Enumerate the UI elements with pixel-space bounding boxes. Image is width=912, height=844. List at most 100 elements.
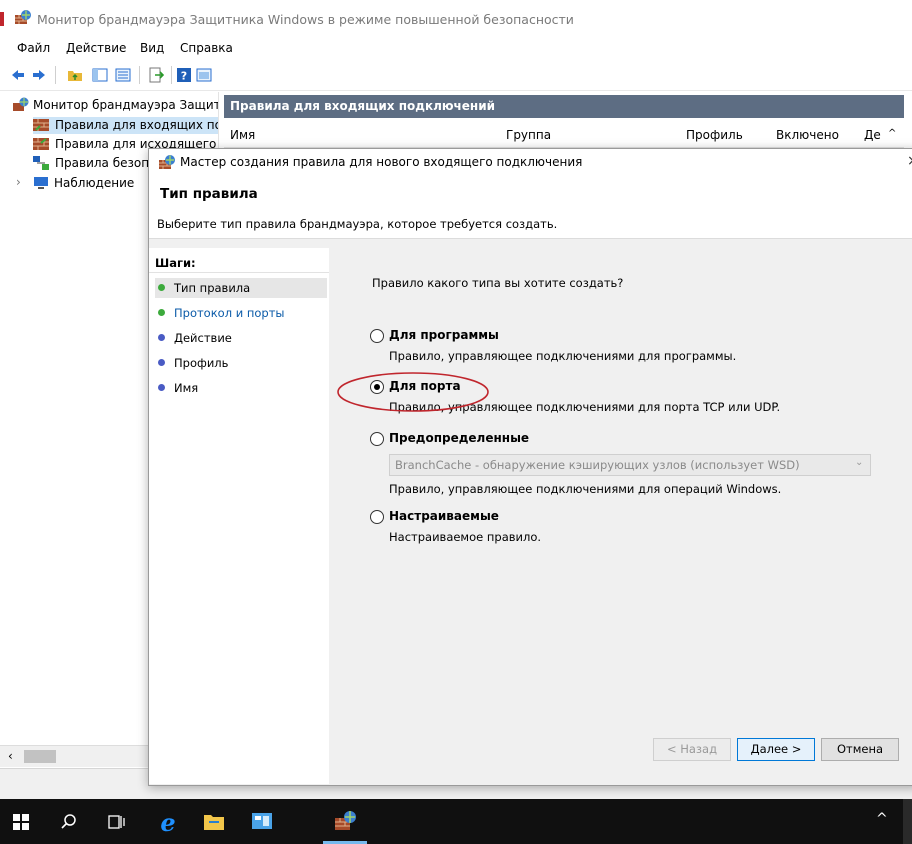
tree-item-inbound-rules[interactable]: Правила для входящих по, [33,117,218,134]
task-view-icon[interactable] [108,813,126,831]
export-list-icon[interactable] [148,67,164,83]
column-enabled[interactable]: Включено [776,128,839,142]
option-custom-label[interactable]: Настраиваемые [389,509,499,523]
properties-view-icon[interactable] [196,67,212,83]
step-name: Имя [155,378,327,398]
menu-view[interactable]: Вид [140,41,164,55]
tree-item-label: Правила безопа [55,156,157,170]
option-predefined-label[interactable]: Предопределенные [389,431,529,445]
toolbar-separator [171,66,172,84]
taskbar: e ^ [0,799,912,844]
step-action: Действие [155,328,327,348]
list-view-icon[interactable] [115,67,131,83]
monitoring-icon [34,177,48,189]
tree-root[interactable]: Монитор брандмауэра Защит [13,97,218,114]
pane-header-title: Правила для входящих подключений [230,99,496,113]
windows-start-icon[interactable] [13,814,29,830]
tree-item-label: Правила для входящих по, [55,118,218,132]
option-custom-desc: Настраиваемое правило. [389,530,542,544]
main-title-bar: Монитор брандмауэра Защитника Windows в … [0,0,912,38]
step-dot-icon [158,309,165,316]
menu-file[interactable]: Файл [17,41,50,55]
option-program-label[interactable]: Для программы [389,328,499,342]
radio-custom[interactable] [370,510,384,524]
cancel-button[interactable]: Отмена [821,738,899,761]
pane-header: Правила для входящих подключений [224,95,904,118]
option-predefined-desc: Правило, управляющее подключениями для о… [389,482,782,496]
step-label: Профиль [174,356,229,370]
security-rules-icon [33,156,49,170]
step-label: Тип правила [174,281,251,295]
radio-predefined[interactable] [370,432,384,446]
menu-help[interactable]: Справка [180,41,233,55]
up-folder-icon[interactable] [67,67,83,83]
step-label: Действие [174,331,232,345]
predefined-rule-select[interactable]: BranchCache - обнаружение кэширующих узл… [389,454,871,476]
help-icon[interactable]: ? [176,67,192,83]
scroll-thumb[interactable] [24,750,56,763]
rule-type-question: Правило какого типа вы хотите создать? [372,276,624,290]
scroll-up-icon[interactable]: ^ [888,128,896,139]
toolbar: ? [0,60,912,91]
dialog-close-icon[interactable]: × [907,153,912,169]
internet-explorer-icon[interactable]: e [156,810,180,834]
radio-program[interactable] [370,329,384,343]
file-explorer-icon[interactable] [203,811,225,831]
toolbar-separator [139,66,140,84]
show-hide-tree-icon[interactable] [92,67,108,83]
expand-chevron-icon[interactable]: › [16,175,21,189]
step-dot-icon [158,284,165,291]
svg-text:e: e [160,810,175,834]
tray-chevron-up-icon[interactable]: ^ [876,811,888,827]
svg-text:?: ? [181,70,187,83]
step-label: Протокол и порты [174,306,285,320]
column-profile[interactable]: Профиль [686,128,743,142]
steps-divider [149,272,329,273]
option-program-desc: Правило, управляющее подключениями для п… [389,349,737,363]
show-desktop-strip[interactable] [903,799,912,844]
dialog-heading: Тип правила [160,186,258,202]
outbound-rules-icon [33,138,49,150]
dialog-header: Тип правила Выберите тип правила брандма… [149,176,912,239]
dialog-title-bar: Мастер создания правила для нового входя… [149,149,912,176]
step-dot-icon [158,334,165,341]
menu-action[interactable]: Действие [66,41,126,55]
predefined-select-value: BranchCache - обнаружение кэширующих узл… [395,458,800,472]
step-profile: Профиль [155,353,327,373]
column-name[interactable]: Имя [230,128,255,142]
window-edge-mark [0,12,4,26]
steps-label: Шаги: [155,256,196,270]
step-dot-icon [158,359,165,366]
step-dot-icon [158,384,165,391]
step-protocol-ports[interactable]: Протокол и порты [155,303,327,323]
scroll-left-icon[interactable]: ‹ [8,749,13,763]
tree-root-label: Монитор брандмауэра Защит [33,98,218,112]
back-button[interactable]: < Назад [653,738,731,761]
server-manager-icon[interactable] [251,811,273,831]
step-rule-type: Тип правила [155,278,327,298]
wizard-content-pane: Правило какого типа вы хотите создать? Д… [332,248,912,784]
step-label: Имя [174,381,199,395]
column-action[interactable]: Де [864,128,881,142]
red-highlight-ellipse [337,372,489,412]
forward-arrow-icon[interactable] [31,67,47,83]
toolbar-separator [55,66,56,84]
firewall-app-icon [15,10,31,24]
tree-item-label: Наблюдение [54,176,135,190]
chevron-down-icon[interactable]: ⌄ [855,457,863,468]
dialog-title: Мастер создания правила для нового входя… [180,155,583,169]
column-headers: Имя Группа Профиль Включено Де ^ [224,122,904,148]
back-arrow-icon[interactable] [10,67,26,83]
firewall-icon [13,97,29,111]
new-rule-wizard-dialog: Мастер создания правила для нового входя… [148,148,912,786]
firewall-taskbar-icon[interactable] [334,809,358,833]
next-button[interactable]: Далее > [737,738,815,761]
search-icon[interactable] [60,813,78,831]
main-window-title: Монитор брандмауэра Защитника Windows в … [37,12,574,27]
firewall-app-icon [159,155,175,169]
menubar: Файл Действие Вид Справка [0,38,912,60]
dialog-subheading: Выберите тип правила брандмауэра, которо… [157,217,558,231]
inbound-rules-icon [33,119,49,131]
wizard-steps-pane: Шаги: Тип правила Протокол и порты Дейст… [149,248,329,784]
column-group[interactable]: Группа [506,128,551,142]
